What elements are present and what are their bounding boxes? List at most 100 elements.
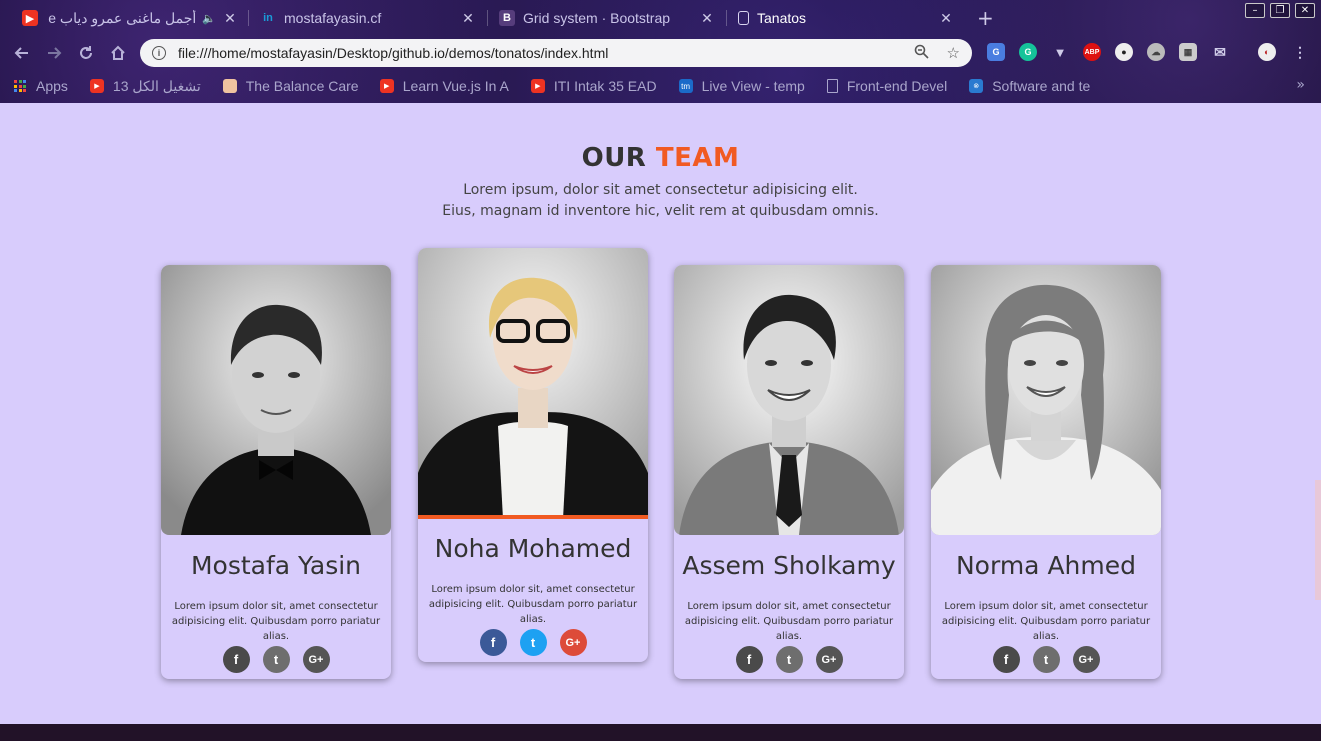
twitter-icon[interactable]: t	[775, 646, 803, 673]
facebook-icon[interactable]: f	[479, 629, 507, 656]
facebook-icon[interactable]: f	[222, 646, 250, 673]
back-button[interactable]	[10, 41, 34, 65]
window-controls: – ❐ ✕	[1245, 3, 1315, 18]
address-bar[interactable]: i file:///home/mostafayasin/Desktop/gith…	[140, 39, 972, 67]
audio-icon[interactable]: 🔈	[202, 12, 216, 25]
section-title-main: OUR	[581, 143, 656, 173]
youtube-icon: ▶	[89, 79, 104, 93]
next-section-edge	[0, 724, 1321, 741]
youtube-icon: ▶	[22, 10, 38, 26]
new-tab-button[interactable]: +	[977, 6, 994, 30]
bookmark-item[interactable]: The Balance Care	[222, 78, 358, 94]
tab-title: mostafayasin.cf	[284, 10, 382, 26]
section-title: OUR TEAM	[0, 143, 1321, 173]
close-tab-icon[interactable]: ✕	[938, 10, 954, 27]
bookmark-star-icon[interactable]: ☆	[947, 44, 960, 62]
close-window-button[interactable]: ✕	[1295, 3, 1315, 18]
social-links: f t G+	[418, 629, 648, 656]
section-title-accent: TEAM	[655, 143, 740, 173]
forward-button[interactable]	[42, 41, 66, 65]
apps-grid-icon	[14, 80, 26, 92]
page-viewport: OUR TEAM Lorem ipsum, dolor sit amet con…	[0, 103, 1321, 724]
bookmark-label: The Balance Care	[245, 78, 358, 94]
reload-icon	[80, 46, 92, 59]
url-text[interactable]: file:///home/mostafayasin/Desktop/github…	[178, 45, 896, 61]
twitter-icon[interactable]: t	[1032, 646, 1060, 673]
more-bookmarks-icon[interactable]: »	[1296, 77, 1305, 93]
member-description: Lorem ipsum dolor sit, amet consectetur …	[171, 601, 381, 642]
tab-title: أجمل ماغنى عمرو دياب e	[48, 9, 197, 26]
bookmark-item[interactable]: tm Live View - temp	[678, 78, 805, 94]
bookmark-apps[interactable]: Apps	[14, 78, 68, 94]
bookmark-item[interactable]: ▶ 13 تشغيل الكل	[89, 77, 201, 95]
vue-devtools-icon[interactable]: ▼	[1051, 43, 1069, 61]
member-name: Assem Sholkamy	[682, 551, 896, 580]
close-tab-icon[interactable]: ✕	[222, 10, 238, 27]
minimize-button[interactable]: –	[1245, 3, 1265, 18]
member-name: Noha Mohamed	[434, 534, 632, 563]
team-card: Assem Sholkamy Lorem ipsum dolor sit, am…	[674, 265, 904, 679]
bookmark-item[interactable]: ▶ Learn Vue.js In A	[379, 78, 509, 94]
facebook-icon[interactable]: f	[992, 646, 1020, 673]
team-card-featured: Noha Mohamed Lorem ipsum dolor sit, amet…	[418, 248, 648, 662]
google-plus-icon[interactable]: G+	[1072, 646, 1100, 673]
home-icon	[111, 45, 125, 60]
site-icon: ⊗	[969, 79, 984, 93]
subtitle-line: Lorem ipsum, dolor sit amet consectetur …	[463, 182, 858, 198]
bookmark-item[interactable]: ⊗ Software and te	[969, 78, 1090, 94]
restore-button[interactable]: ❐	[1270, 3, 1290, 18]
twitter-icon[interactable]: t	[519, 629, 547, 656]
social-links: f t G+	[161, 646, 391, 673]
member-photo	[931, 265, 1161, 535]
team-card: Mostafa Yasin Lorem ipsum dolor sit, ame…	[161, 265, 391, 679]
adblock-icon[interactable]: ABP	[1083, 43, 1101, 61]
extension-icon[interactable]: ●	[1115, 43, 1133, 61]
profile-icon[interactable]: ◐	[1258, 43, 1276, 61]
bookmark-label: Apps	[36, 78, 68, 94]
team-card: Norma Ahmed Lorem ipsum dolor sit, amet …	[931, 265, 1161, 679]
mail-icon[interactable]: ✉	[1211, 43, 1229, 61]
back-arrow-icon	[14, 47, 28, 59]
tab-bar: ▶ أجمل ماغنى عمرو دياب e 🔈 ✕ in mostafay…	[0, 0, 1321, 34]
navigation-bar: i file:///home/mostafayasin/Desktop/gith…	[0, 36, 1321, 70]
subtitle-line: Eius, magnam id inventore hic, velit rem…	[442, 203, 879, 219]
tab-tanatos[interactable]: Tanatos ✕	[728, 4, 964, 32]
bookmark-label: 13 تشغيل الكل	[112, 77, 201, 94]
bookmark-item[interactable]: Front-end Devel	[826, 78, 948, 94]
bookmarks-bar: Apps ▶ 13 تشغيل الكل The Balance Care ▶ …	[0, 72, 1321, 100]
zoom-icon[interactable]	[914, 44, 929, 63]
tab-bootstrap[interactable]: B Grid system · Bootstrap ✕	[489, 4, 725, 32]
member-photo	[161, 265, 391, 535]
cloud-icon[interactable]: ☁	[1147, 43, 1165, 61]
menu-icon[interactable]: ⋮	[1291, 43, 1309, 61]
google-plus-icon[interactable]: G+	[559, 629, 587, 656]
twitter-icon[interactable]: t	[262, 646, 290, 673]
reload-button[interactable]	[74, 41, 98, 65]
member-description: Lorem ipsum dolor sit, amet consectetur …	[428, 584, 638, 625]
home-button[interactable]	[106, 41, 130, 65]
tm-icon: tm	[678, 79, 693, 93]
google-plus-icon[interactable]: G+	[815, 646, 843, 673]
bookmark-label: Live View - temp	[701, 78, 805, 94]
close-tab-icon[interactable]: ✕	[460, 10, 476, 27]
youtube-icon: ▶	[379, 79, 394, 93]
section-subtitle: Lorem ipsum, dolor sit amet consectetur …	[0, 180, 1321, 222]
tab-youtube-music[interactable]: ▶ أجمل ماغنى عمرو دياب e 🔈 ✕	[12, 4, 248, 32]
close-tab-icon[interactable]: ✕	[699, 10, 715, 27]
photo-icon[interactable]: ▦	[1179, 43, 1197, 61]
bookmark-label: Front-end Devel	[846, 78, 948, 94]
social-links: f t G+	[931, 646, 1161, 673]
grammarly-icon[interactable]: G	[1019, 43, 1037, 61]
site-info-icon[interactable]: i	[152, 46, 166, 60]
translate-icon[interactable]: G	[987, 43, 1005, 61]
facebook-icon[interactable]: f	[735, 646, 763, 673]
bookmark-item[interactable]: ▶ ITI Intak 35 EAD	[530, 78, 657, 94]
document-icon	[738, 11, 749, 25]
bookmark-label: Software and te	[992, 78, 1091, 94]
member-photo	[418, 248, 648, 519]
tab-mostafayasin[interactable]: in mostafayasin.cf ✕	[250, 4, 486, 32]
member-description: Lorem ipsum dolor sit, amet consectetur …	[941, 601, 1151, 642]
document-icon	[826, 79, 838, 93]
scrollbar-thumb[interactable]	[1315, 480, 1321, 600]
google-plus-icon[interactable]: G+	[302, 646, 330, 673]
